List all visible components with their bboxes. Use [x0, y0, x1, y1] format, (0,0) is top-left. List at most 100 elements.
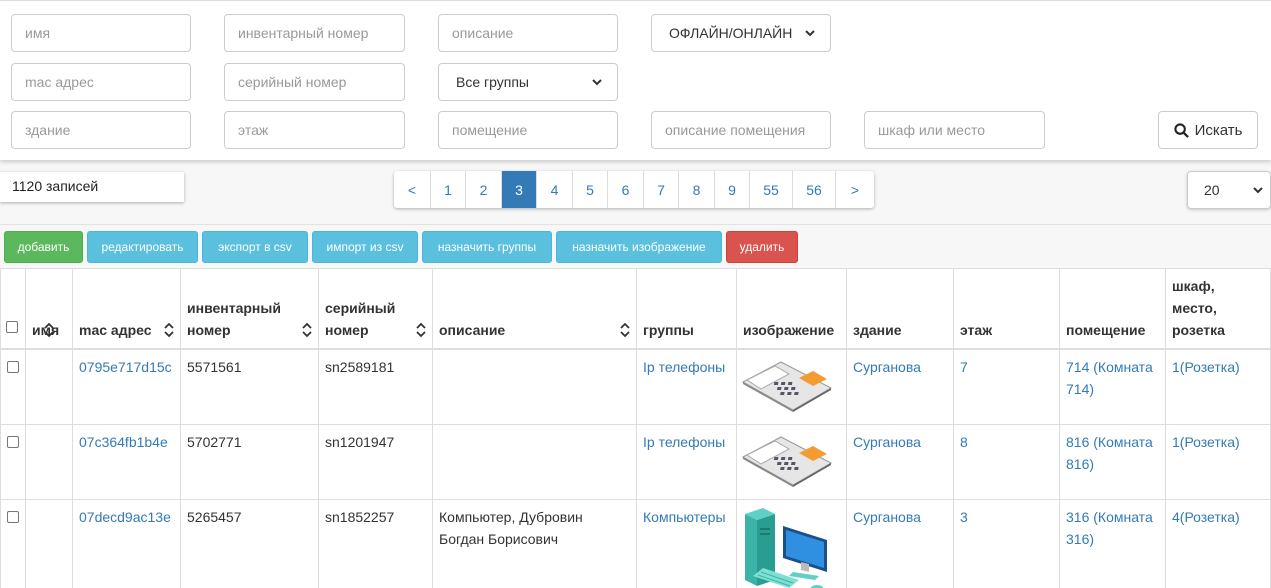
inventory-number-input[interactable] [224, 14, 405, 52]
cell-mac-link[interactable]: 07c364fb1b4e [79, 434, 168, 450]
cell-cabinet-link[interactable]: 1(Розетка) [1172, 434, 1240, 450]
assign-groups-button[interactable]: назначить группы [422, 231, 552, 263]
search-icon [1173, 122, 1189, 138]
row-checkbox[interactable] [7, 360, 19, 373]
page-link-active[interactable]: 3 [502, 171, 537, 208]
header-serial-label: серийный номер [325, 299, 396, 338]
page-link[interactable]: 56 [793, 171, 836, 208]
floor-input[interactable] [224, 111, 405, 149]
page-link[interactable]: 6 [608, 171, 644, 208]
groups-select[interactable]: Все группы [438, 63, 618, 101]
table-header-row: имя mac адрес инвентарный номер серийный… [0, 268, 1271, 350]
chevron-down-icon [1253, 187, 1263, 194]
cell-room-link[interactable]: 816 (Комната 816) [1066, 434, 1153, 472]
cell-mac-link[interactable]: 07decd9ac13e [79, 509, 171, 525]
page-link[interactable]: 55 [750, 171, 793, 208]
sort-icon [44, 322, 54, 337]
page-link[interactable]: 7 [644, 171, 679, 208]
computer-image [745, 507, 827, 588]
page-link[interactable]: 9 [715, 171, 750, 208]
cell-groups-link[interactable]: Ip телефоны [643, 434, 725, 450]
cell-room-link[interactable]: 316 (Комната 316) [1066, 509, 1153, 547]
header-building: здание [846, 268, 954, 350]
sort-icon [416, 322, 426, 337]
header-serial[interactable]: серийный номер [318, 268, 433, 350]
header-mac-label: mac адрес [79, 321, 152, 338]
page-link[interactable]: 1 [431, 171, 466, 208]
assign-image-button[interactable]: назначить изображение [556, 231, 722, 263]
cell-name [25, 348, 73, 425]
page-link[interactable]: 5 [573, 171, 608, 208]
building-input[interactable] [11, 111, 191, 149]
cell-inventory: 5265457 [180, 498, 319, 588]
header-room: помещение [1059, 268, 1166, 350]
per-page-select[interactable]: 20 [1187, 171, 1271, 209]
cell-serial: sn1852257 [318, 498, 433, 588]
cell-inventory: 5702771 [180, 423, 319, 500]
page-link[interactable]: 8 [679, 171, 715, 208]
search-button-label: Искать [1194, 121, 1243, 139]
cell-cabinet-link[interactable]: 1(Розетка) [1172, 359, 1240, 375]
cell-building-link[interactable]: Сурганова [853, 359, 921, 375]
status-select[interactable]: ОФЛАЙН/ОНЛАЙН [651, 14, 831, 52]
cell-inventory: 5571561 [180, 348, 319, 425]
cell-cabinet-link[interactable]: 4(Розетка) [1172, 509, 1240, 525]
mac-address-input[interactable] [11, 63, 191, 101]
import-csv-button[interactable]: импорт из csv [312, 231, 418, 263]
header-cabinet-label: шкаф, место, розетка [1172, 277, 1225, 338]
header-inventory[interactable]: инвентарный номер [180, 268, 319, 350]
cabinet-input[interactable] [864, 111, 1045, 149]
header-description[interactable]: описание [432, 268, 637, 350]
row-select-cell [0, 348, 26, 425]
cell-serial: sn2589181 [318, 348, 433, 425]
page-link[interactable]: 2 [466, 171, 502, 208]
row-checkbox[interactable] [7, 510, 19, 523]
header-mac[interactable]: mac адрес [72, 268, 181, 350]
devices-table-container: имя mac адрес инвентарный номер серийный… [0, 268, 1271, 588]
ip-phone-image [741, 435, 833, 487]
cell-image [736, 348, 847, 425]
table-row[interactable]: 0795e717d15c 5571561 sn2589181 Ip телефо… [0, 348, 1271, 425]
cell-floor-link[interactable]: 3 [960, 509, 968, 525]
cell-floor-link[interactable]: 7 [960, 359, 968, 375]
page-link[interactable]: 4 [537, 171, 573, 208]
row-select-cell [0, 423, 26, 500]
cell-description: Компьютер, Дубровин Богдан Борисович [432, 498, 637, 588]
export-csv-button[interactable]: экспорт в csv [202, 231, 308, 263]
edit-button[interactable]: редактировать [87, 231, 198, 263]
cell-image [736, 498, 847, 588]
serial-number-input[interactable] [224, 63, 405, 101]
pagination-next[interactable]: > [836, 171, 874, 208]
table-row[interactable]: 07decd9ac13e 5265457 sn1852257 Компьютер… [0, 498, 1271, 588]
cell-groups-link[interactable]: Компьютеры [643, 509, 726, 525]
sort-icon [164, 322, 174, 337]
cell-floor-link[interactable]: 8 [960, 434, 968, 450]
sort-icon [620, 322, 630, 337]
cell-groups-link[interactable]: Ip телефоны [643, 359, 725, 375]
room-description-input[interactable] [651, 111, 831, 149]
description-input[interactable] [438, 14, 618, 52]
pagination: < 1 2 3 4 5 6 7 8 9 55 56 > [394, 171, 874, 208]
pagination-prev[interactable]: < [394, 171, 431, 208]
cell-building-link[interactable]: Сурганова [853, 434, 921, 450]
header-name[interactable]: имя [25, 268, 73, 350]
cell-room-link[interactable]: 714 (Комната 714) [1066, 359, 1153, 397]
table-row[interactable]: 07c364fb1b4e 5702771 sn1201947 Ip телефо… [0, 423, 1271, 500]
chevron-down-icon [805, 30, 815, 37]
action-toolbar: добавить редактировать экспорт в csv имп… [4, 231, 798, 263]
filter-panel: ОФЛАЙН/ОНЛАЙН Все группы Искать [0, 0, 1271, 160]
records-count: 1120 записей [0, 172, 184, 202]
header-groups: группы [636, 268, 737, 350]
room-input[interactable] [438, 111, 618, 149]
select-all-checkbox[interactable] [6, 320, 18, 333]
sort-icon [302, 322, 312, 337]
cell-mac-link[interactable]: 0795e717d15c [79, 359, 172, 375]
header-description-label: описание [439, 321, 506, 338]
header-image: изображение [736, 268, 847, 350]
add-button[interactable]: добавить [4, 231, 83, 263]
delete-button[interactable]: удалить [726, 231, 798, 263]
cell-building-link[interactable]: Сурганова [853, 509, 921, 525]
search-button[interactable]: Искать [1158, 111, 1258, 149]
row-checkbox[interactable] [7, 435, 19, 448]
name-input[interactable] [11, 14, 191, 52]
